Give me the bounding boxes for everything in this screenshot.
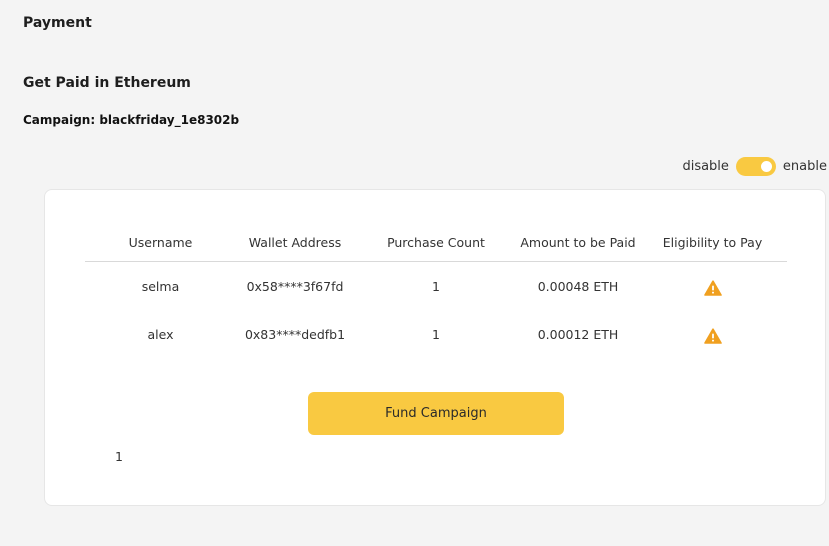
warning-icon[interactable] [703,327,722,344]
cell-username: alex [147,326,174,342]
payment-page: Payment Get Paid in Ethereum Campaign: b… [0,0,829,546]
cell-amount: 0.00048 ETH [537,278,619,294]
table-row: alex 0x83****dedfb1 1 0.00012 ETH [85,310,787,358]
section-title: Get Paid in Ethereum [23,75,191,91]
header-wallet-address: Wallet Address [248,235,342,250]
enable-toggle[interactable] [735,157,776,176]
toggle-enable-label[interactable]: enable [783,159,827,174]
toggle-knob [760,161,772,172]
cell-wallet: 0x58****3f67fd [246,278,344,294]
payout-table: Username Wallet Address Purchase Count A… [85,224,787,358]
table-header: Username Wallet Address Purchase Count A… [85,224,787,262]
header-username: Username [128,235,193,250]
cell-username: selma [141,278,180,294]
cell-eligibility [638,277,787,296]
cell-count: 1 [432,278,440,294]
header-amount: Amount to be Paid [520,235,636,250]
pagination-page-1[interactable]: 1 [115,449,123,464]
header-eligibility: Eligibility to Pay [662,235,763,250]
payment-toggle-row: disable enable [682,157,827,176]
cell-amount: 0.00012 ETH [537,326,619,342]
fund-campaign-button[interactable]: Fund Campaign [308,392,564,435]
toggle-disable-label[interactable]: disable [682,159,728,174]
cell-wallet: 0x83****dedfb1 [244,326,346,342]
table-row: selma 0x58****3f67fd 1 0.00048 ETH [85,262,787,310]
page-title: Payment [23,15,92,31]
payment-card: Username Wallet Address Purchase Count A… [44,189,826,506]
cell-eligibility [638,325,787,344]
campaign-label: Campaign: blackfriday_1e8302b [23,113,240,127]
cell-count: 1 [432,326,440,342]
header-purchase-count: Purchase Count [387,235,485,250]
warning-icon[interactable] [703,279,722,296]
